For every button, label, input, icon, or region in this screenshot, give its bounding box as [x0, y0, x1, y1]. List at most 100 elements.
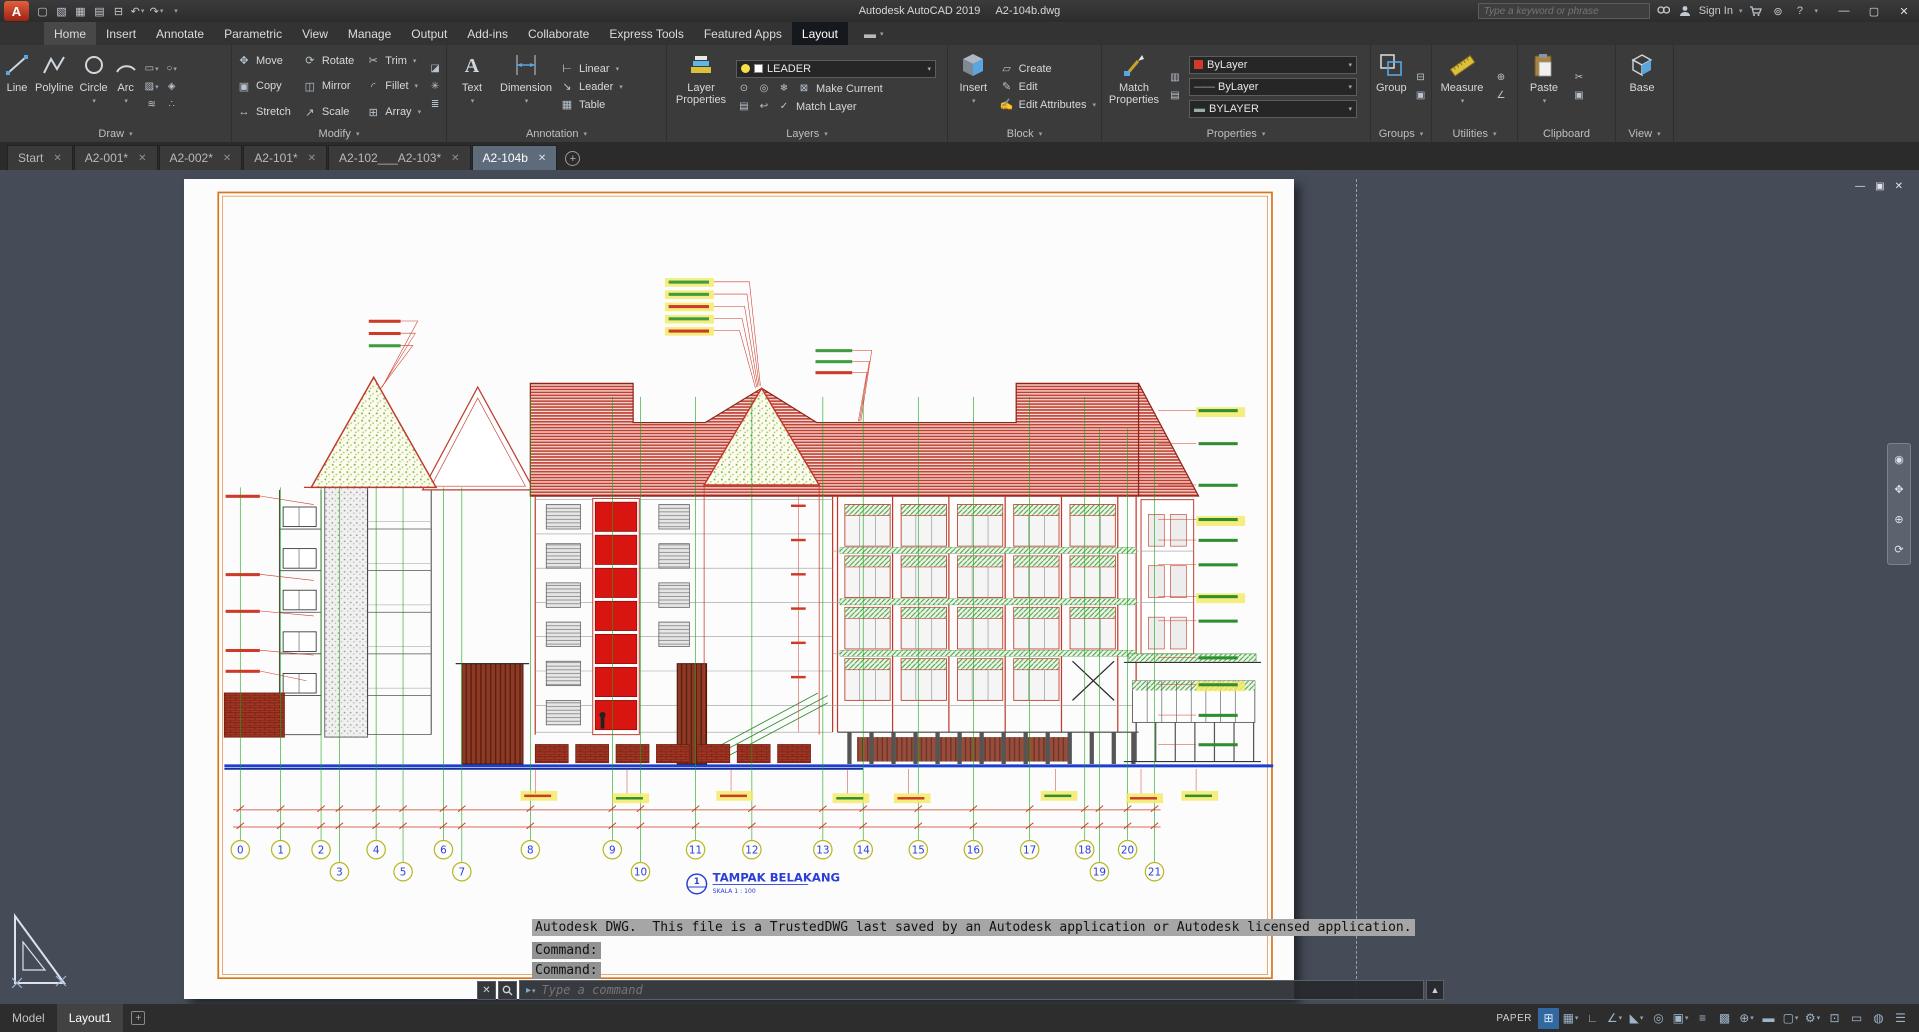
doc-close-icon[interactable]: ✕	[1895, 181, 1903, 192]
new-layout-button[interactable]: +	[131, 1011, 145, 1025]
match-layer-button[interactable]: Match Layer	[796, 101, 857, 113]
new-file-icon[interactable]: ▢	[33, 2, 52, 20]
file-tab-a2-104b[interactable]: A2-104b✕	[472, 145, 558, 170]
polar-tracking-icon[interactable]: ∠▾	[1604, 1008, 1625, 1029]
zoom-icon[interactable]: ⊕	[1894, 513, 1903, 526]
create-block-button[interactable]: ▱Create	[1000, 62, 1096, 75]
transparency-toggle-icon[interactable]: ▩	[1714, 1008, 1735, 1029]
close-button[interactable]: ✕	[1889, 0, 1919, 22]
sign-in-caret-icon[interactable]: ▾	[1739, 7, 1743, 15]
help-search-box[interactable]	[1478, 3, 1650, 19]
ribbon-display-caret-icon[interactable]: ▾	[880, 30, 884, 38]
close-tab-icon[interactable]: ✕	[223, 153, 231, 164]
qat-customize-icon[interactable]: ▾	[166, 2, 185, 20]
command-prompt-icon[interactable]: ▸▾	[526, 985, 536, 996]
cut-icon[interactable]: ✂	[1571, 71, 1587, 85]
redo-icon[interactable]: ↷▾	[147, 2, 166, 20]
ungroup-icon[interactable]: ⊟	[1413, 71, 1429, 85]
circle-button[interactable]: Circle ▾	[80, 48, 108, 125]
sign-in-label[interactable]: Sign In	[1699, 5, 1733, 17]
close-tab-icon[interactable]: ✕	[451, 153, 459, 164]
point-icon[interactable]: ∴	[164, 98, 180, 112]
maximize-button[interactable]: ▢	[1859, 0, 1889, 22]
panel-label-annotation[interactable]: Annotation▾	[447, 125, 666, 142]
revision-cloud-icon[interactable]: ≋	[144, 98, 160, 112]
arc-button[interactable]: Arc ▾	[114, 48, 138, 125]
help-caret-icon[interactable]: ▾	[1814, 7, 1818, 15]
annotation-visibility-icon[interactable]: ▬	[1758, 1008, 1779, 1029]
copy-clip-icon[interactable]: ▣	[1571, 89, 1587, 103]
object-snap-tracking-icon[interactable]: ◎	[1648, 1008, 1669, 1029]
file-tab-a2-101[interactable]: A2-101*✕	[243, 145, 327, 170]
tab-express-tools[interactable]: Express Tools	[599, 22, 693, 45]
make-current-button[interactable]: Make Current	[816, 83, 883, 95]
ellipse-icon[interactable]: ○▾	[164, 62, 180, 76]
panel-label-groups[interactable]: Groups▾	[1371, 125, 1431, 142]
search-icon[interactable]	[1655, 2, 1672, 20]
pan-icon[interactable]: ✥	[1894, 483, 1903, 496]
file-tab-start[interactable]: Start✕	[7, 145, 73, 170]
selection-cycling-icon[interactable]: ⊕▾	[1736, 1008, 1757, 1029]
object-snap-icon[interactable]: ▣▾	[1670, 1008, 1691, 1029]
help-icon[interactable]: ?	[1791, 2, 1808, 20]
array-button[interactable]: ⊞Array▾	[366, 99, 421, 125]
linear-button[interactable]: ⊢Linear▾	[560, 62, 623, 75]
trim-button[interactable]: ✂Trim▾	[366, 48, 421, 74]
autoscale-icon[interactable]: ▢▾	[1780, 1008, 1801, 1029]
doc-restore-icon[interactable]: ▣	[1875, 181, 1884, 192]
mirror-button[interactable]: ◫Mirror	[303, 74, 354, 100]
insert-button[interactable]: Insert ▾	[953, 48, 994, 125]
snap-toggle-icon[interactable]: ▦▾	[1560, 1008, 1581, 1029]
color-select[interactable]: ByLayer ▾	[1189, 56, 1357, 74]
layer-freeze-icon[interactable]: ❄	[776, 82, 792, 96]
layer-lock-icon[interactable]: ⊠	[796, 82, 812, 96]
quick-properties-icon[interactable]: ▭	[1846, 1008, 1867, 1029]
navigation-bar[interactable]: ◉ ✥ ⊕ ⟳	[1887, 443, 1911, 565]
ortho-toggle-icon[interactable]: ∟	[1582, 1008, 1603, 1029]
dimension-button[interactable]: Dimension ▾	[498, 48, 554, 125]
offset-icon[interactable]: ≣	[427, 98, 443, 112]
copy-button[interactable]: ▣Copy	[237, 74, 291, 100]
layer-isolate-icon[interactable]: ◎	[756, 82, 772, 96]
lineweight-toggle-icon[interactable]: ≡	[1692, 1008, 1713, 1029]
close-tab-icon[interactable]: ✕	[308, 153, 316, 164]
group-edit-icon[interactable]: ▣	[1413, 89, 1429, 103]
panel-label-draw[interactable]: Draw▾	[0, 125, 231, 142]
clean-screen-icon[interactable]: ☰	[1890, 1008, 1911, 1029]
annotation-monitor-icon[interactable]: ⊡	[1824, 1008, 1845, 1029]
panel-label-utilities[interactable]: Utilities▾	[1432, 125, 1517, 142]
tab-annotate[interactable]: Annotate	[146, 22, 214, 45]
tab-addins[interactable]: Add-ins	[457, 22, 518, 45]
undo-icon[interactable]: ↶▾	[128, 2, 147, 20]
file-tab-a2-002[interactable]: A2-002*✕	[159, 145, 243, 170]
panel-label-layers[interactable]: Layers▾	[667, 125, 947, 142]
panel-label-clipboard[interactable]: Clipboard	[1518, 125, 1615, 142]
paper-space-label[interactable]: PAPER	[1496, 1013, 1532, 1024]
quick-select-icon[interactable]: ⊕	[1493, 71, 1509, 85]
command-close-icon[interactable]: ✕	[477, 981, 496, 1000]
tab-home[interactable]: Home	[44, 22, 96, 45]
panel-label-modify[interactable]: Modify▾	[232, 125, 446, 142]
tab-collaborate[interactable]: Collaborate	[518, 22, 599, 45]
file-tab-a2-001[interactable]: A2-001*✕	[74, 145, 158, 170]
layer-prev-icon[interactable]: ↩	[756, 100, 772, 114]
tab-view[interactable]: View	[292, 22, 338, 45]
layer-select[interactable]: LEADER ▾	[736, 60, 936, 78]
paste-button[interactable]: Paste ▾	[1523, 48, 1565, 125]
orbit-icon[interactable]: ⟳	[1894, 543, 1903, 556]
autocad-app-icon[interactable]: A	[4, 1, 29, 21]
search-input[interactable]	[1484, 6, 1644, 17]
workspace-switch-icon[interactable]: ⚙▾	[1802, 1008, 1823, 1029]
hatch-icon[interactable]: ▨▾	[144, 80, 160, 94]
tab-layout[interactable]: Layout	[792, 22, 848, 45]
edit-attributes-button[interactable]: ✍Edit Attributes▾	[1000, 98, 1096, 111]
command-text-input[interactable]	[542, 983, 1417, 997]
save-as-icon[interactable]: ▤	[90, 2, 109, 20]
file-tab-a2-102-103[interactable]: A2-102___A2-103*✕	[328, 145, 470, 170]
layer-match-icon[interactable]: ✓	[776, 100, 792, 114]
layer-off-icon[interactable]: ⊙	[736, 82, 752, 96]
base-button[interactable]: Base	[1621, 48, 1663, 125]
layout1-tab[interactable]: Layout1	[57, 1004, 124, 1032]
tab-parametric[interactable]: Parametric	[214, 22, 292, 45]
panel-label-properties[interactable]: Properties▾	[1102, 125, 1370, 142]
